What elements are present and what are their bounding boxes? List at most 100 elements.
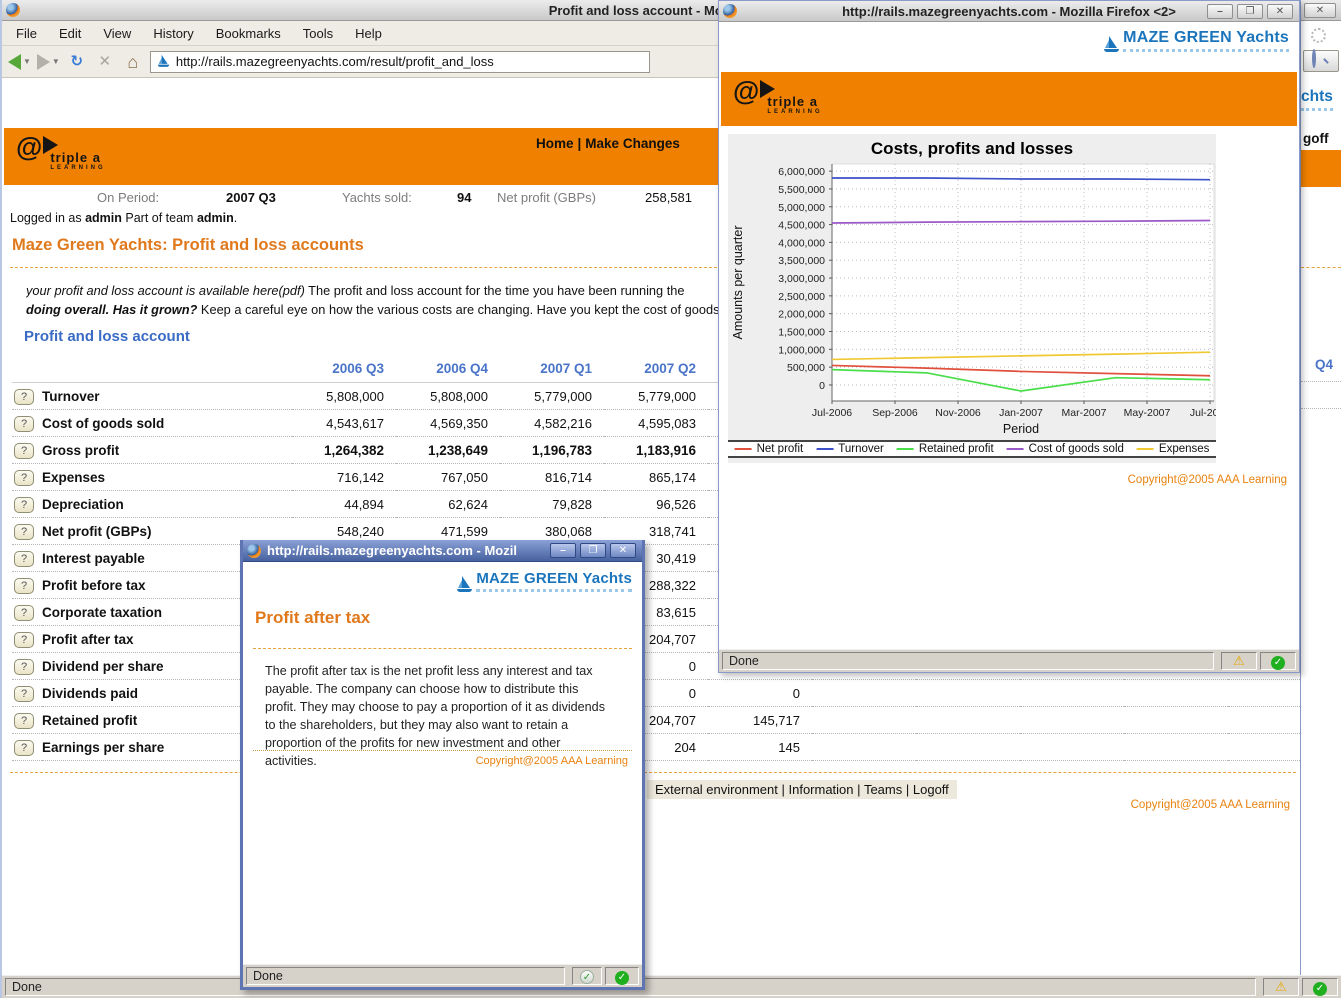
help-icon[interactable]: ?	[14, 524, 34, 540]
help-icon[interactable]: ?	[14, 632, 34, 648]
help-icon[interactable]: ?	[14, 497, 34, 513]
help-icon[interactable]: ?	[14, 605, 34, 621]
table-line	[1301, 408, 1341, 409]
divider	[10, 772, 1296, 773]
nav-information[interactable]: Information	[788, 782, 853, 797]
popup-status-bar: Done ✓ ✓	[243, 964, 642, 987]
verified-button[interactable]: ✓	[572, 967, 602, 985]
menu-history[interactable]: History	[153, 26, 193, 41]
forward-button[interactable]: ▼	[37, 54, 60, 70]
back-button[interactable]: ▼	[8, 54, 31, 70]
help-icon[interactable]: ?	[14, 389, 34, 405]
help-icon[interactable]: ?	[14, 686, 34, 702]
help-icon[interactable]: ?	[14, 713, 34, 729]
legend-item: Cost of goods sold	[1007, 443, 1124, 455]
nav-logoff[interactable]: Logoff	[913, 782, 949, 797]
home-icon[interactable]: ⌂	[122, 51, 144, 73]
menu-tools[interactable]: Tools	[303, 26, 333, 41]
menu-help[interactable]: Help	[355, 26, 382, 41]
maze-green-yachts-logo-fragment: chts	[1301, 88, 1333, 111]
column-header[interactable]: 2006 Q3	[292, 355, 396, 383]
cell-value: 4,569,350	[396, 410, 500, 437]
warning-icon: ⚠	[1233, 653, 1245, 668]
table-row: ?Retained profit204,707145,717	[12, 707, 1332, 734]
minimize-icon[interactable]: –	[1207, 4, 1233, 19]
cell-value	[1020, 707, 1124, 734]
ok-button[interactable]: ✓	[1260, 652, 1296, 670]
column-header[interactable]: 2007 Q1	[500, 355, 604, 383]
table-row: ?Earnings per share204145	[12, 734, 1332, 761]
search-button[interactable]	[1303, 50, 1339, 72]
menu-edit[interactable]: Edit	[59, 26, 81, 41]
svg-text:Costs, profits and losses: Costs, profits and losses	[871, 139, 1073, 158]
popup-title-bar[interactable]: http://rails.mazegreenyachts.com - Mozil…	[243, 540, 642, 562]
chart: 6,000,0005,500,0005,000,0004,500,0004,00…	[728, 134, 1216, 463]
reload-icon[interactable]: ↻	[66, 51, 88, 73]
nav-external-environment[interactable]: External environment	[655, 782, 778, 797]
status-text: Done	[722, 652, 1214, 670]
help-icon[interactable]: ?	[14, 470, 34, 486]
legend-swatch	[735, 448, 752, 450]
throbber-icon	[1311, 28, 1326, 43]
cell-value	[1020, 734, 1124, 761]
chart-title-bar[interactable]: http://rails.mazegreenyachts.com - Mozil…	[719, 1, 1299, 22]
help-icon[interactable]: ?	[14, 551, 34, 567]
svg-text:6,000,000: 6,000,000	[778, 166, 825, 178]
cell-value: 145,717	[708, 707, 812, 734]
net-profit-value: 258,581	[645, 190, 692, 205]
cell-value: 865,174	[604, 464, 708, 491]
legend-item: Expenses	[1137, 443, 1210, 455]
close-icon[interactable]: ✕	[1304, 3, 1336, 18]
nav-home[interactable]: Home	[536, 136, 574, 151]
svg-text:Amounts per quarter: Amounts per quarter	[731, 226, 745, 340]
warning-button[interactable]: ⚠	[1221, 652, 1257, 670]
svg-text:3,000,000: 3,000,000	[778, 273, 825, 285]
cell-value: 4,582,216	[500, 410, 604, 437]
menu-view[interactable]: View	[103, 26, 131, 41]
svg-text:2,000,000: 2,000,000	[778, 309, 825, 321]
menu-file[interactable]: File	[16, 26, 37, 41]
stop-icon[interactable]: ✕	[94, 51, 116, 73]
warning-button[interactable]: ⚠	[1263, 978, 1299, 996]
logoff-link-fragment[interactable]: goff	[1303, 131, 1328, 146]
close-icon[interactable]: ✕	[1267, 4, 1293, 19]
cell-value: 0	[708, 680, 812, 707]
on-period-label: On Period:	[97, 190, 159, 205]
sailboat-icon	[457, 575, 472, 592]
help-icon[interactable]: ?	[14, 416, 34, 432]
maximize-icon[interactable]: ❐	[580, 543, 606, 558]
maximize-icon[interactable]: ❐	[1237, 4, 1263, 19]
svg-text:Mar-2007: Mar-2007	[1062, 407, 1107, 419]
legend-item: Turnover	[816, 443, 884, 455]
cell-value: 767,050	[396, 464, 500, 491]
svg-text:500,000: 500,000	[787, 362, 825, 374]
copyright: Copyright@2005 AAA Learning	[1128, 474, 1287, 486]
sliver-title-bar[interactable]: ✕	[1301, 0, 1341, 21]
nav-teams[interactable]: Teams	[864, 782, 902, 797]
svg-text:Jan-2007: Jan-2007	[999, 407, 1043, 419]
net-profit-label: Net profit (GBPs)	[497, 190, 596, 205]
column-header[interactable]: 2007 Q2	[604, 355, 708, 383]
help-icon[interactable]: ?	[14, 578, 34, 594]
url-bar[interactable]: http://rails.mazegreenyachts.com/result/…	[150, 51, 650, 73]
menu-bookmarks[interactable]: Bookmarks	[216, 26, 281, 41]
row-label: Turnover	[42, 383, 292, 410]
ok-button[interactable]: ✓	[605, 967, 639, 985]
table-corner	[12, 355, 292, 383]
check-icon: ✓	[580, 970, 594, 984]
help-icon[interactable]: ?	[14, 659, 34, 675]
close-icon[interactable]: ✕	[610, 543, 636, 558]
svg-text:0: 0	[819, 380, 825, 392]
cell-value	[916, 680, 1020, 707]
nav-make-changes[interactable]: Make Changes	[585, 136, 680, 151]
back-dropdown-icon[interactable]: ▼	[23, 57, 31, 66]
ok-button[interactable]: ✓	[1302, 978, 1338, 996]
column-header[interactable]: 2006 Q4	[396, 355, 500, 383]
minimize-icon[interactable]: –	[550, 543, 576, 558]
login-line: Logged in as admin Part of team admin.	[10, 211, 237, 225]
firefox-icon	[6, 3, 20, 17]
forward-dropdown-icon[interactable]: ▼	[52, 57, 60, 66]
help-icon[interactable]: ?	[14, 740, 34, 756]
intro-link[interactable]: your profit and loss account is availabl…	[26, 283, 305, 298]
help-icon[interactable]: ?	[14, 443, 34, 459]
